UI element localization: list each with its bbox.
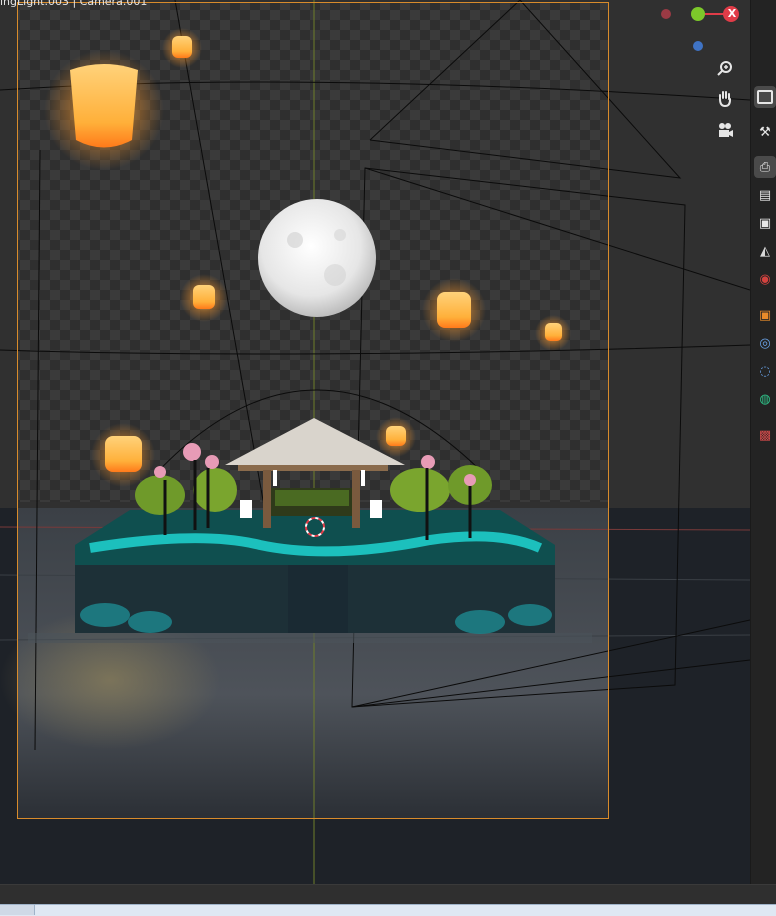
pan-hand-icon[interactable] — [711, 85, 739, 113]
object-icon[interactable]: ▣ — [754, 304, 776, 326]
texture-icon[interactable]: ▩ — [754, 424, 776, 446]
gizmo-y-dot — [691, 7, 705, 21]
view-layer-icon[interactable]: ▣ — [754, 212, 776, 234]
gizmo-z-dot — [693, 41, 703, 51]
scene-icon[interactable]: ◭ — [754, 240, 776, 262]
taskbar-start-button[interactable] — [0, 905, 35, 915]
gizmo-x-label: X — [727, 7, 737, 20]
3d-viewport[interactable]: ingLight.003 | Camera.001 X — [0, 0, 750, 884]
os-taskbar — [0, 904, 776, 916]
output-icon[interactable]: ▤ — [754, 184, 776, 206]
render-icon[interactable]: ⎙ — [754, 156, 776, 178]
properties-tab-bar: ⚒ ⎙ ▤ ▣ ◭ ◉ ▣ ◎ ◌ ◍ ▩ — [750, 0, 776, 884]
status-bar — [0, 884, 776, 905]
camera-view-icon[interactable] — [711, 116, 739, 144]
particles-icon[interactable]: ◌ — [754, 360, 776, 382]
toggle-sidebar-icon[interactable] — [754, 86, 776, 108]
world-icon[interactable]: ◉ — [754, 268, 776, 290]
physics-icon[interactable]: ◍ — [754, 388, 776, 410]
scene-render — [0, 0, 750, 884]
modifier-icon[interactable]: ◎ — [754, 332, 776, 354]
zoom-icon[interactable] — [711, 55, 739, 83]
viewport-overlay-text: ingLight.003 | Camera.001 — [0, 0, 148, 8]
tool-icon[interactable]: ⚒ — [754, 121, 776, 143]
gizmo-neg-x-dot — [661, 9, 671, 19]
